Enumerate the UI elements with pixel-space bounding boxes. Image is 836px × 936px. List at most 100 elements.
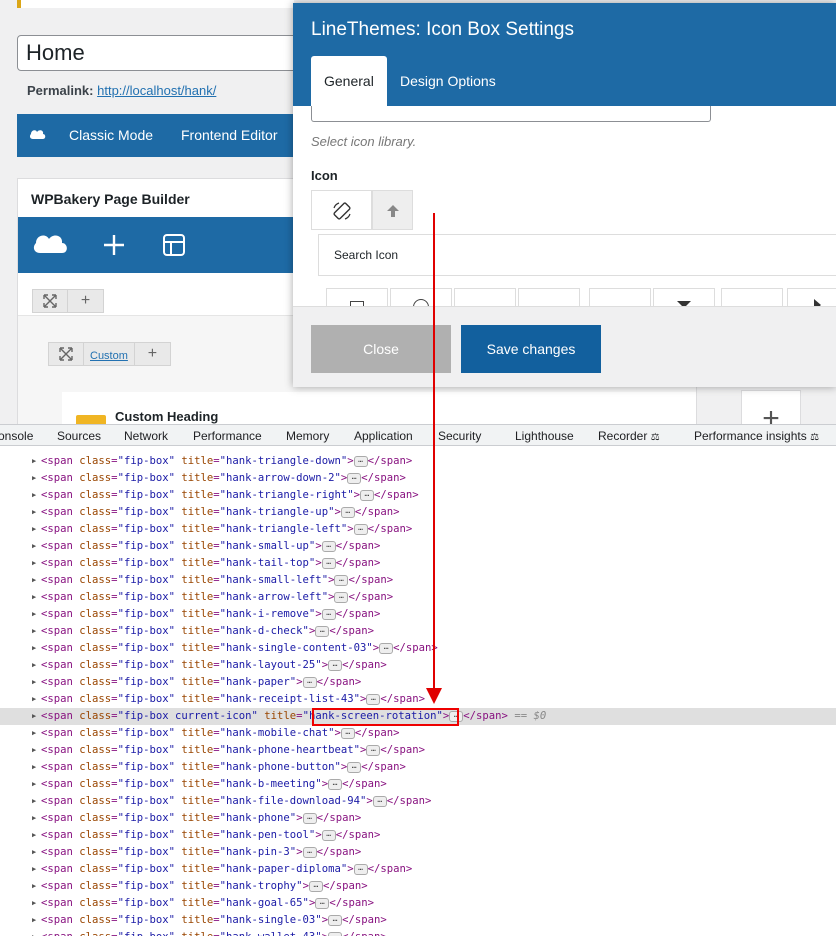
dom-node-line[interactable]: ▶ <span class="fip-box" title="hank-singl… — [0, 912, 836, 929]
expand-triangle-icon[interactable]: ▶ — [32, 606, 36, 623]
expand-triangle-icon[interactable]: ▶ — [32, 487, 36, 504]
collapsed-content-icon[interactable]: … — [366, 744, 381, 756]
tab-recorder[interactable]: Recorder ⚖ — [598, 429, 660, 443]
templates-icon[interactable] — [162, 233, 186, 262]
collapsed-content-icon[interactable]: … — [328, 931, 343, 936]
expand-triangle-icon[interactable]: ▶ — [32, 776, 36, 793]
icon-grid-cell[interactable] — [653, 288, 715, 306]
row-move-icon[interactable] — [32, 289, 68, 313]
tab-network[interactable]: Network — [124, 429, 168, 443]
tab-security[interactable]: Security — [438, 429, 481, 443]
expand-triangle-icon[interactable]: ▶ — [32, 691, 36, 708]
collapsed-content-icon[interactable]: … — [315, 625, 330, 637]
icon-grid-cell[interactable] — [454, 288, 516, 306]
tab-memory[interactable]: Memory — [286, 429, 329, 443]
permalink-link[interactable]: http://localhost/hank/ — [97, 83, 216, 98]
expand-triangle-icon[interactable]: ▶ — [32, 453, 36, 470]
collapsed-content-icon[interactable]: … — [321, 608, 336, 620]
dom-node-line[interactable]: ▶ <span class="fip-box" title="hank-paper… — [0, 861, 836, 878]
expand-triangle-icon[interactable]: ▶ — [32, 810, 36, 827]
tab-lighthouse[interactable]: Lighthouse — [515, 429, 574, 443]
tab-design-options[interactable]: Design Options — [387, 56, 509, 106]
dom-node-line[interactable]: ▶ <span class="fip-box" title="hank-recei… — [0, 691, 836, 708]
collapsed-content-icon[interactable]: … — [328, 778, 343, 790]
collapsed-content-icon[interactable]: … — [328, 914, 343, 926]
icon-grid-cell[interactable] — [721, 288, 783, 306]
tab-sources[interactable]: Sources — [57, 429, 101, 443]
tab-console[interactable]: onsole — [0, 429, 33, 443]
expand-triangle-icon[interactable]: ▶ — [32, 742, 36, 759]
collapsed-content-icon[interactable]: … — [334, 591, 349, 603]
expand-triangle-icon[interactable]: ▶ — [32, 827, 36, 844]
column-add-icon[interactable]: + — [134, 342, 171, 366]
frontend-editor-button[interactable]: Frontend Editor — [181, 127, 278, 143]
icon-grid-cell[interactable] — [390, 288, 452, 306]
expand-triangle-icon[interactable]: ▶ — [32, 895, 36, 912]
close-button[interactable]: Close — [311, 325, 451, 373]
expand-triangle-icon[interactable]: ▶ — [32, 623, 36, 640]
collapsed-content-icon[interactable]: … — [340, 727, 355, 739]
dom-node-line[interactable]: ▶ <span class="fip-box" title="hank-troph… — [0, 878, 836, 895]
expand-triangle-icon[interactable]: ▶ — [32, 708, 36, 725]
collapsed-content-icon[interactable]: … — [315, 897, 330, 909]
collapsed-content-icon[interactable]: … — [359, 489, 374, 501]
dom-node-line[interactable]: ▶ <span class="fip-box" title="hank-trian… — [0, 504, 836, 521]
row-add-icon[interactable]: + — [68, 289, 104, 313]
dom-node-line[interactable]: ▶ <span class="fip-box" title="hank-file-… — [0, 793, 836, 810]
collapsed-content-icon[interactable]: … — [328, 659, 343, 671]
dom-node-line[interactable]: ▶ <span class="fip-box" title="hank-phone… — [0, 759, 836, 776]
expand-triangle-icon[interactable]: ▶ — [32, 844, 36, 861]
dom-node-line[interactable]: ▶ <span class="fip-box" title="hank-b-mee… — [0, 776, 836, 793]
column-custom-tab[interactable]: Custom — [84, 342, 135, 366]
tab-application[interactable]: Application — [354, 429, 413, 443]
collapsed-content-icon[interactable]: … — [353, 523, 368, 535]
collapsed-content-icon[interactable]: … — [321, 557, 336, 569]
expand-triangle-icon[interactable]: ▶ — [32, 878, 36, 895]
dom-node-line[interactable]: ▶ <span class="fip-box" title="hank-goal-… — [0, 895, 836, 912]
dom-node-line[interactable]: ▶ <span class="fip-box" title="hank-mobil… — [0, 725, 836, 742]
dom-node-line[interactable]: ▶ <span class="fip-box" title="hank-pen-t… — [0, 827, 836, 844]
tab-performance-insights[interactable]: Performance insights ⚖ — [694, 429, 819, 443]
icon-grid-cell[interactable] — [326, 288, 388, 306]
collapsed-content-icon[interactable]: … — [302, 846, 317, 858]
collapsed-content-icon[interactable]: … — [353, 863, 368, 875]
icon-grid-cell[interactable] — [518, 288, 580, 306]
expand-triangle-icon[interactable]: ▶ — [32, 674, 36, 691]
expand-triangle-icon[interactable]: ▶ — [32, 589, 36, 606]
icon-library-select[interactable] — [311, 106, 711, 122]
collapsed-content-icon[interactable]: … — [347, 472, 362, 484]
expand-triangle-icon[interactable]: ▶ — [32, 793, 36, 810]
dom-node-line[interactable]: ▶ <span class="fip-box" title="hank-d-che… — [0, 623, 836, 640]
icon-grid-cell[interactable] — [787, 288, 836, 306]
collapsed-content-icon[interactable]: … — [321, 540, 336, 552]
dom-node-line[interactable]: ▶ <span class="fip-box" title="hank-phone… — [0, 810, 836, 827]
expand-triangle-icon[interactable]: ▶ — [32, 657, 36, 674]
column-move-icon[interactable] — [48, 342, 84, 366]
dom-node-line[interactable]: ▶ <span class="fip-box" title="hank-arrow… — [0, 589, 836, 606]
expand-triangle-icon[interactable]: ▶ — [32, 759, 36, 776]
post-title-input[interactable]: Home — [17, 35, 317, 71]
dom-node-line[interactable]: ▶ <span class="fip-box" title="hank-arrow… — [0, 470, 836, 487]
collapsed-content-icon[interactable]: … — [302, 812, 317, 824]
collapsed-content-icon[interactable]: … — [353, 455, 368, 467]
dom-node-line[interactable]: ▶ <span class="fip-box" title="hank-trian… — [0, 487, 836, 504]
expand-triangle-icon[interactable]: ▶ — [32, 929, 36, 936]
expand-triangle-icon[interactable]: ▶ — [32, 640, 36, 657]
dom-node-line[interactable]: ▶ <span class="fip-box" title="hank-walle… — [0, 929, 836, 936]
selected-icon-preview[interactable] — [311, 190, 372, 230]
add-element-icon[interactable] — [102, 233, 126, 262]
picker-toggle-icon[interactable] — [372, 190, 413, 230]
classic-mode-button[interactable]: Classic Mode — [69, 127, 153, 143]
dom-node-line[interactable]: ▶ <span class="fip-box" title="hank-paper… — [0, 674, 836, 691]
expand-triangle-icon[interactable]: ▶ — [32, 725, 36, 742]
collapsed-content-icon[interactable]: … — [379, 642, 394, 654]
collapsed-content-icon[interactable]: … — [366, 693, 381, 705]
wpbakery-cloud-icon[interactable] — [32, 229, 70, 262]
dom-node-line[interactable]: ▶ <span class="fip-box" title="hank-layou… — [0, 657, 836, 674]
icon-grid-cell[interactable] — [589, 288, 651, 306]
tab-performance[interactable]: Performance — [193, 429, 262, 443]
dom-node-line[interactable]: ▶ <span class="fip-box" title="hank-small… — [0, 572, 836, 589]
collapsed-content-icon[interactable]: … — [372, 795, 387, 807]
tab-general[interactable]: General — [311, 56, 387, 106]
expand-triangle-icon[interactable]: ▶ — [32, 861, 36, 878]
